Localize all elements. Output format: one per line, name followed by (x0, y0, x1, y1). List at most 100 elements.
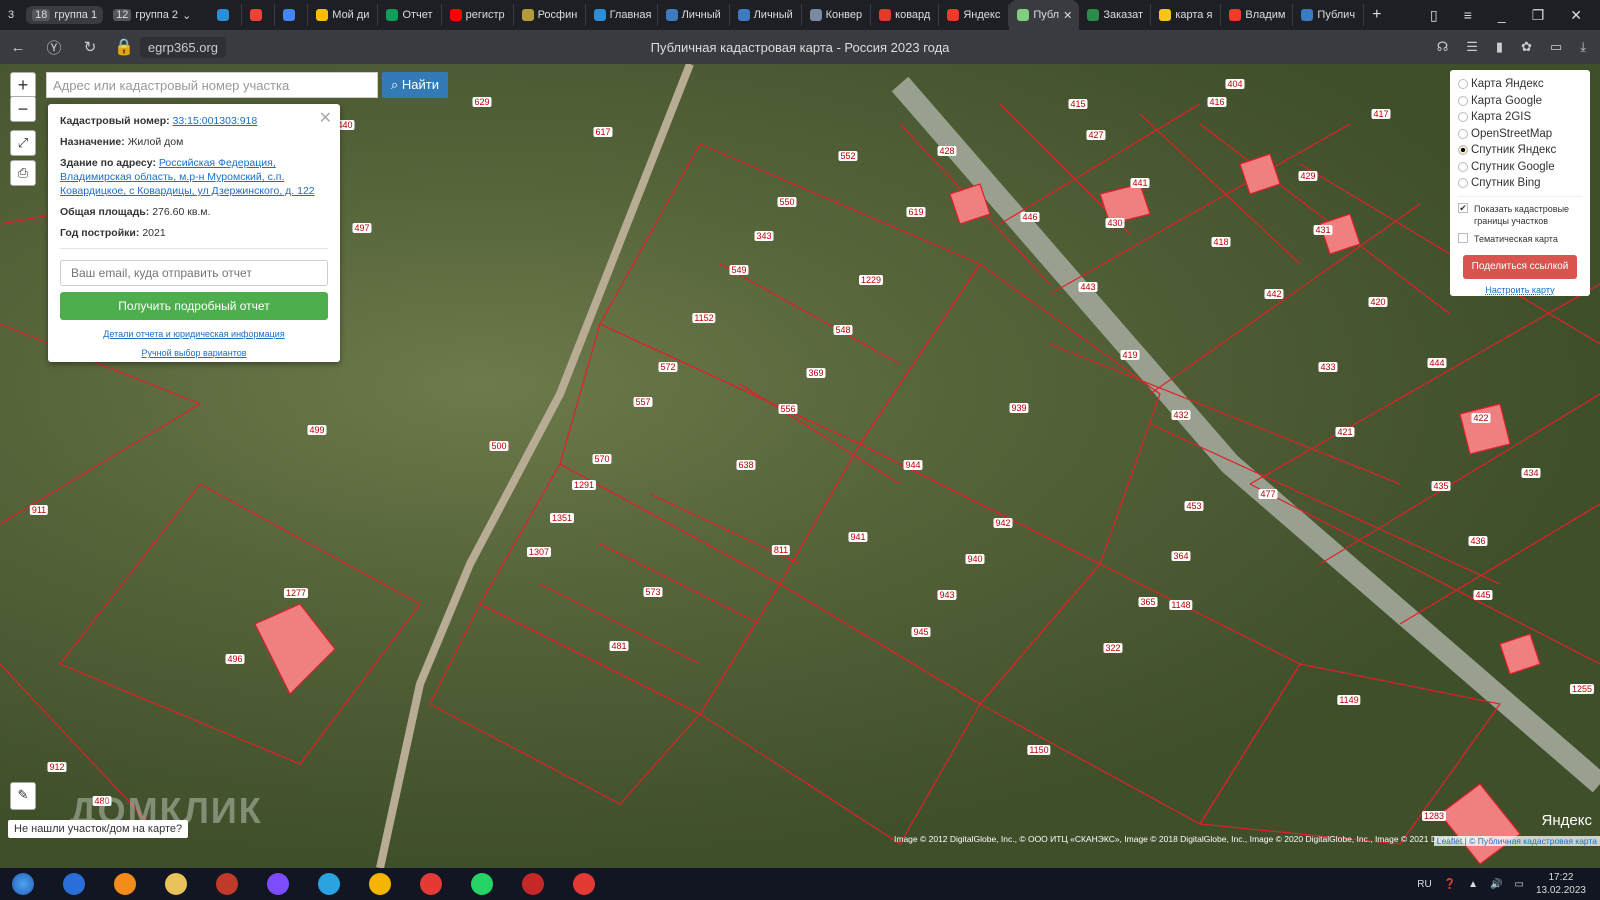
layer-option[interactable]: Карта 2GIS (1458, 109, 1582, 126)
browser-tab[interactable]: Главная (586, 4, 658, 26)
get-report-button[interactable]: Получить подробный отчет (60, 292, 328, 320)
parcel-label[interactable]: 499 (307, 425, 327, 435)
zoom-out-button[interactable]: − (10, 96, 36, 122)
close-icon[interactable]: ✕ (319, 108, 332, 128)
browser-tab[interactable] (275, 4, 309, 26)
parcel-label[interactable]: 617 (593, 127, 613, 137)
taskbar-app[interactable] (408, 869, 454, 899)
manual-selection-link[interactable]: Ручной выбор вариантов (60, 348, 328, 358)
find-button[interactable]: ⌕ Найти (382, 72, 448, 98)
leaflet-attribution[interactable]: Leaflet | © Публичная кадастровая карта (1433, 836, 1600, 846)
parcel-label[interactable]: 1283 (1421, 811, 1447, 821)
parcel-label[interactable]: 365 (1138, 597, 1158, 607)
configure-map-link[interactable]: Настроить карту (1458, 285, 1582, 295)
parcel-label[interactable]: 573 (643, 587, 663, 597)
layer-option[interactable]: Спутник Google (1458, 159, 1582, 176)
volume-icon[interactable]: 🔊 (1490, 879, 1502, 890)
parcel-label[interactable]: 417 (1371, 109, 1391, 119)
radio[interactable] (1458, 128, 1468, 139)
parcel-label[interactable]: 557 (633, 397, 653, 407)
parcel-label[interactable]: 418 (1211, 237, 1231, 247)
browser-tab[interactable]: Яндекс (939, 4, 1010, 26)
parcel-label[interactable]: 548 (833, 325, 853, 335)
taskbar-app[interactable] (204, 869, 250, 899)
back-icon[interactable]: ← (0, 39, 36, 56)
cad-number-link[interactable]: 33:15:001303:918 (173, 115, 258, 127)
browser-tab[interactable]: Публ ✕ (1009, 0, 1080, 30)
browser-tab[interactable] (242, 4, 276, 26)
parcel-label[interactable]: 422 (1471, 413, 1491, 423)
checkbox[interactable]: ✔ (1458, 202, 1468, 213)
new-tab-button[interactable]: + (1372, 6, 1381, 24)
parcel-label[interactable]: 421 (1335, 427, 1355, 437)
parcel-label[interactable]: 430 (1105, 218, 1125, 228)
parcel-label[interactable]: 940 (965, 554, 985, 564)
tab-group-2[interactable]: 12 группа 2 ⌄ (107, 6, 197, 25)
taskbar-app[interactable] (459, 869, 505, 899)
sidebar-icon[interactable]: ▭ (1550, 39, 1562, 55)
restore-button[interactable]: ❐ (1532, 7, 1545, 24)
parcel-label[interactable]: 939 (1009, 403, 1029, 413)
parcel-label[interactable]: 404 (1225, 79, 1245, 89)
parcel-label[interactable]: 364 (1171, 551, 1191, 561)
radio[interactable] (1458, 112, 1468, 123)
parcel-label[interactable]: 429 (1298, 171, 1318, 181)
parcel-label[interactable]: 416 (1207, 97, 1227, 107)
browser-tab[interactable] (209, 4, 243, 26)
parcel-label[interactable]: 1148 (1169, 600, 1193, 610)
layer-option[interactable]: Карта Google (1458, 93, 1582, 110)
parcel-label[interactable]: 435 (1431, 481, 1451, 491)
parcel-label[interactable]: 427 (1086, 130, 1106, 140)
parcel-label[interactable]: 552 (838, 151, 858, 161)
parcel-label[interactable]: 811 (771, 545, 791, 555)
parcel-label[interactable]: 944 (903, 460, 923, 470)
reader-icon[interactable]: ☰ (1466, 39, 1478, 55)
parcel-label[interactable]: 419 (1120, 350, 1140, 360)
not-found-button[interactable]: Не нашли участок/дом на карте? (8, 820, 189, 838)
parcel-label[interactable]: 941 (848, 532, 868, 542)
parcel-label[interactable]: 343 (754, 231, 774, 241)
parcel-label[interactable]: 1351 (549, 513, 575, 523)
radio[interactable] (1458, 178, 1468, 189)
parcel-label[interactable]: 945 (911, 627, 931, 637)
tab-group-1[interactable]: 18 группа 1 (26, 6, 104, 24)
extension-icon[interactable]: ✿ (1521, 39, 1532, 55)
parcel-label[interactable]: 477 (1258, 489, 1278, 499)
yandex-icon[interactable]: Ⓨ (36, 37, 72, 58)
parcel-label[interactable]: 415 (1068, 99, 1088, 109)
taskbar-app[interactable] (357, 869, 403, 899)
ruler-button[interactable]: ✎ (10, 782, 36, 810)
tray-arrow-icon[interactable]: ▲ (1468, 879, 1478, 890)
fullscreen-button[interactable]: ⤢ (10, 130, 36, 156)
parcel-label[interactable]: 570 (592, 454, 612, 464)
taskbar-app[interactable] (306, 869, 352, 899)
print-button[interactable]: ⎙ (10, 160, 36, 186)
radio[interactable] (1458, 161, 1468, 172)
close-tab-icon[interactable]: ✕ (1063, 9, 1072, 22)
bookmarks-icon[interactable]: ▯ (1430, 7, 1438, 24)
headphones-icon[interactable]: ☊ (1437, 39, 1449, 55)
parcel-label[interactable]: 912 (47, 762, 67, 772)
menu-icon[interactable]: ≡ (1464, 7, 1472, 24)
parcel-label[interactable]: 911 (29, 505, 49, 515)
bookmark-icon[interactable]: ▮ (1496, 39, 1503, 55)
parcel-label[interactable]: 629 (472, 97, 492, 107)
report-details-link[interactable]: Детали отчета и юридическая информация (60, 329, 328, 339)
reload-icon[interactable]: ↻ (72, 38, 108, 56)
parcel-label[interactable]: 428 (937, 146, 957, 156)
browser-tab[interactable]: Конвер (802, 4, 872, 26)
parcel-label[interactable]: 1150 (1027, 745, 1051, 755)
parcel-label[interactable]: 1149 (1337, 695, 1361, 705)
browser-tab[interactable]: Отчет (378, 4, 442, 26)
parcel-label[interactable]: 453 (1184, 501, 1204, 511)
taskbar-app[interactable] (102, 869, 148, 899)
taskbar-app[interactable] (51, 869, 97, 899)
browser-tab[interactable]: Личный (658, 4, 730, 26)
taskbar-app[interactable] (153, 869, 199, 899)
start-button[interactable] (0, 869, 46, 899)
close-button[interactable]: ✕ (1570, 7, 1582, 24)
parcel-label[interactable]: 638 (736, 460, 756, 470)
parcel-label[interactable]: 481 (609, 641, 629, 651)
parcel-label[interactable]: 420 (1368, 297, 1388, 307)
minimize-button[interactable]: _ (1498, 7, 1506, 24)
